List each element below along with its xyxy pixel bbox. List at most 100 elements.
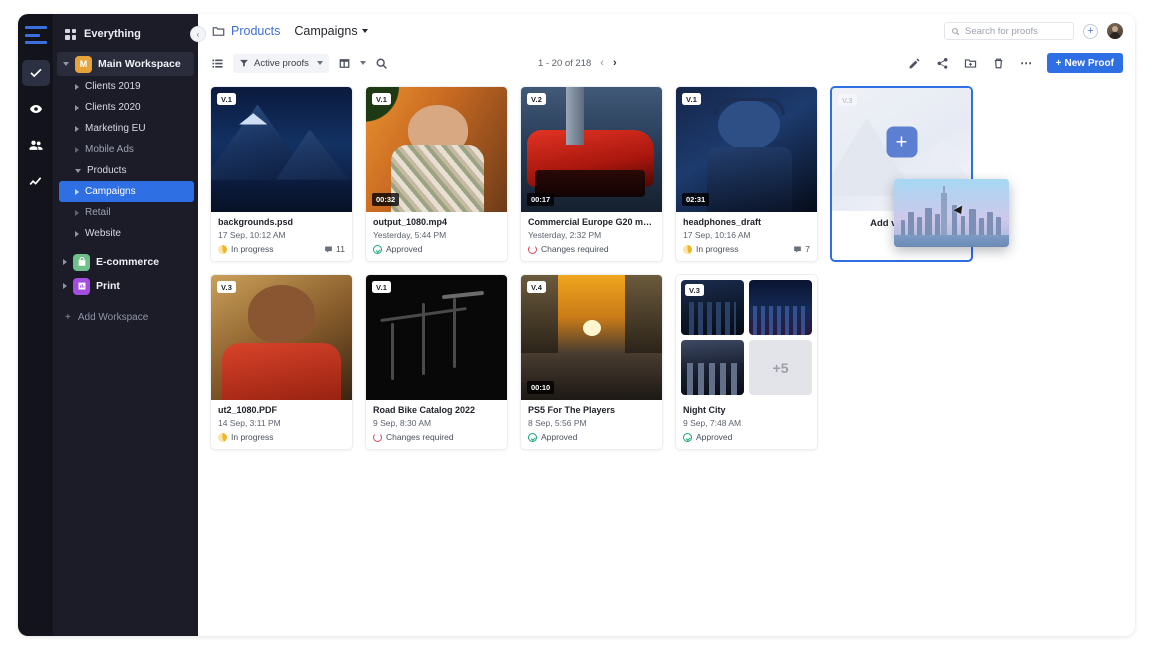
proof-name: backgrounds.psd: [218, 217, 345, 227]
sidebar-header-label: Everything: [84, 28, 141, 40]
add-version-plus-icon: +: [886, 127, 917, 158]
breadcrumb-campaigns[interactable]: Campaigns: [294, 24, 367, 38]
sidebar-collapse-button[interactable]: ‹: [190, 26, 206, 42]
add-workspace-button[interactable]: + Add Workspace: [53, 312, 198, 323]
proof-card[interactable]: V.4 00:10 PS5 For The Players 8 Sep, 5:5…: [520, 274, 663, 450]
version-badge: V.3: [838, 94, 857, 106]
rail-item-proofs[interactable]: [22, 60, 50, 86]
delete-button[interactable]: [991, 56, 1006, 71]
proof-meta: PS5 For The Players 8 Sep, 5:56 PM Appro…: [521, 400, 662, 449]
status-in-progress-icon: [683, 245, 692, 254]
proof-status: In progress 7: [683, 244, 810, 254]
proof-status: In progress: [218, 432, 345, 442]
move-to-folder-button[interactable]: [963, 56, 978, 71]
proof-card[interactable]: V.1 Road Bike Catalog 2022 9 Sep, 8:30 A…: [365, 274, 508, 450]
chevron-down-icon: [362, 29, 368, 33]
thumb-detail: [583, 320, 601, 336]
more-icon: ⋯: [1020, 56, 1032, 70]
proof-card-multi[interactable]: +5 V.3 Night City 9 Sep, 7:48 AM Approve…: [675, 274, 818, 450]
chevron-right-icon: [75, 84, 79, 90]
proof-card[interactable]: V.1 02:31 headphones_draft 17 Sep, 10:16…: [675, 86, 818, 262]
edit-button[interactable]: [907, 56, 922, 71]
breadcrumb-products[interactable]: Products: [212, 24, 280, 38]
proof-meta: headphones_draft 17 Sep, 10:16 AM In pro…: [676, 212, 817, 261]
proof-grid: V.1 backgrounds.psd 17 Sep, 10:12 AM In …: [198, 78, 1135, 636]
filter-icon: [239, 58, 249, 68]
proof-thumbnail[interactable]: V.2 00:17: [521, 87, 662, 212]
proof-thumbnail[interactable]: V.1 00:32: [366, 87, 507, 212]
workspace-name: Main Workspace: [98, 58, 181, 70]
chevron-right-icon: [75, 147, 79, 153]
plus-icon: +: [65, 312, 71, 323]
sidebar-item-label: Marketing EU: [85, 123, 146, 134]
sidebar-header[interactable]: Everything: [53, 28, 198, 52]
proof-card[interactable]: V.2 00:17 Commercial Europe G20 m340i...…: [520, 86, 663, 262]
proof-thumbnail[interactable]: V.1: [211, 87, 352, 212]
toolbar-search-button[interactable]: [374, 56, 389, 71]
duration-badge: 00:17: [527, 193, 554, 206]
workspace-name: E-commerce: [96, 256, 159, 268]
sidebar-item-campaigns[interactable]: Campaigns: [59, 181, 194, 202]
new-proof-button[interactable]: + New Proof: [1047, 53, 1123, 73]
workspace-print[interactable]: Print: [53, 274, 198, 298]
filter-dropdown[interactable]: Active proofs: [233, 54, 329, 73]
status-label: Approved: [696, 432, 732, 442]
app-window: Everything ‹ M Main Workspace Clients 20…: [18, 14, 1135, 636]
sidebar-item-mobile-ads[interactable]: Mobile Ads: [53, 139, 198, 160]
status-changes-required-icon: [528, 245, 537, 254]
next-page-button[interactable]: ›: [613, 57, 617, 69]
proof-thumbnail[interactable]: V.1: [366, 275, 507, 400]
layout-chevron-down-icon[interactable]: [360, 61, 366, 65]
prev-page-button[interactable]: ‹: [600, 57, 604, 69]
folder-icon: [212, 25, 225, 38]
rail-item-analytics[interactable]: [22, 168, 50, 194]
sidebar-item-label: Clients 2019: [85, 81, 141, 92]
sidebar-item-label: Retail: [85, 207, 111, 218]
drag-thumbnail-detail: [941, 193, 947, 235]
proof-name: PS5 For The Players: [528, 405, 655, 415]
rail-item-review[interactable]: [22, 96, 50, 122]
status-label: Approved: [386, 244, 422, 254]
search-input[interactable]: Search for proofs: [944, 22, 1074, 40]
sidebar-item-retail[interactable]: Retail: [53, 202, 198, 223]
status-label: Changes required: [386, 432, 454, 442]
chevron-right-icon: [75, 189, 79, 195]
app-logo[interactable]: [25, 26, 47, 44]
more-options-button[interactable]: ⋯: [1019, 56, 1034, 71]
proof-meta: Road Bike Catalog 2022 9 Sep, 8:30 AM Ch…: [366, 400, 507, 449]
quick-add-button[interactable]: +: [1083, 24, 1098, 39]
dragged-file-preview[interactable]: [894, 179, 1009, 247]
chevron-right-icon: [75, 105, 79, 111]
proof-card[interactable]: V.1 backgrounds.psd 17 Sep, 10:12 AM In …: [210, 86, 353, 262]
sidebar-item-clients-2019[interactable]: Clients 2019: [53, 76, 198, 97]
layout-view-button[interactable]: [337, 56, 352, 71]
proof-date: Yesterday, 5:44 PM: [373, 230, 500, 240]
status-approved-icon: [528, 433, 537, 442]
status-label: Approved: [541, 432, 577, 442]
sidebar-item-label: Products: [87, 165, 126, 176]
sidebar-item-clients-2020[interactable]: Clients 2020: [53, 97, 198, 118]
version-badge: V.4: [527, 281, 546, 293]
sidebar-item-label: Clients 2020: [85, 102, 141, 113]
rail-item-team[interactable]: [22, 132, 50, 158]
proof-thumbnail-grid[interactable]: +5 V.3: [676, 275, 817, 400]
thumbnail-3: [681, 340, 744, 395]
avatar[interactable]: [1107, 23, 1123, 39]
sidebar-item-website[interactable]: Website: [53, 223, 198, 244]
list-view-button[interactable]: [210, 56, 225, 71]
top-bar: Products Campaigns Search for proofs +: [198, 14, 1135, 48]
sidebar-item-marketing-eu[interactable]: Marketing EU: [53, 118, 198, 139]
share-button[interactable]: [935, 56, 950, 71]
workspace-main[interactable]: M Main Workspace: [57, 52, 194, 76]
proof-thumbnail[interactable]: V.1 02:31: [676, 87, 817, 212]
proof-card[interactable]: V.3 ut2_1080.PDF 14 Sep, 3:11 PM In prog…: [210, 274, 353, 450]
sidebar-item-products[interactable]: Products: [53, 160, 198, 181]
proof-thumbnail[interactable]: V.4 00:10: [521, 275, 662, 400]
plus-icon: +: [1056, 58, 1062, 69]
proof-thumbnail[interactable]: V.3: [211, 275, 352, 400]
proof-card[interactable]: V.1 00:32 output_1080.mp4 Yesterday, 5:4…: [365, 86, 508, 262]
proof-status: Changes required: [528, 244, 655, 254]
workspace-ecommerce[interactable]: E-commerce: [53, 250, 198, 274]
share-icon: [936, 57, 949, 70]
thumbnail-overflow: +5: [749, 340, 812, 395]
